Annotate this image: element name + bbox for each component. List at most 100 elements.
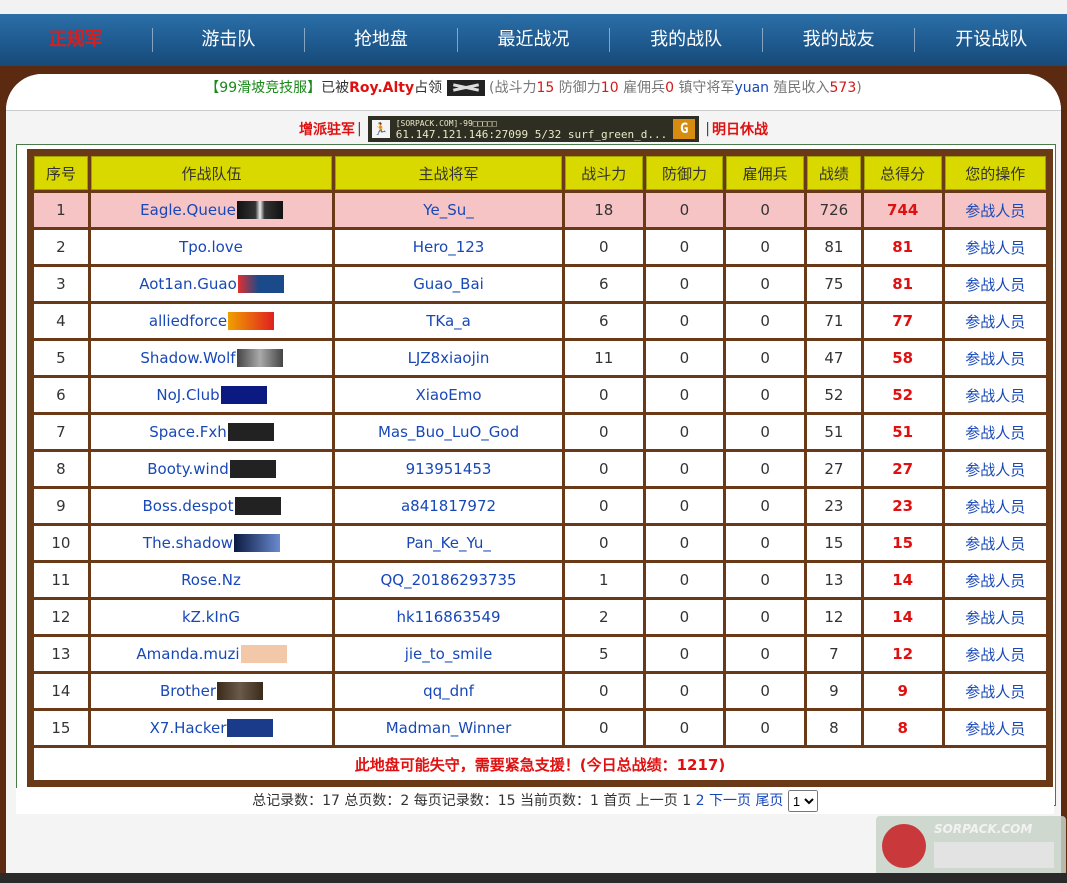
team-name[interactable]: Boss.despot [142, 497, 233, 515]
team-name[interactable]: Booty.wind [147, 460, 229, 478]
no-cell: 3 [34, 267, 88, 301]
team-name[interactable]: X7.Hacker [150, 719, 227, 737]
leader-cell[interactable]: Pan_Ke_Yu_ [335, 526, 562, 560]
page-select[interactable]: 1 [787, 790, 818, 812]
leader-cell[interactable]: jie_to_smile [335, 637, 562, 671]
power-cell: 6 [564, 267, 643, 301]
leader-cell[interactable]: Madman_Winner [335, 711, 562, 745]
view-members-link[interactable]: 参战人员 [944, 600, 1046, 634]
nav-item[interactable]: 游击队 [153, 14, 305, 66]
next-page-link[interactable]: 下一页 [709, 793, 751, 809]
team-name-cell[interactable]: Amanda.muzi [90, 637, 333, 671]
view-members-link[interactable]: 参战人员 [944, 230, 1046, 264]
guao-team-icon [237, 275, 284, 294]
team-name-cell[interactable]: Tpo.love [90, 230, 333, 264]
score-cell: 77 [863, 304, 942, 338]
pirate-flag-icon [234, 497, 281, 516]
nav-item[interactable]: 我的战友 [763, 14, 915, 66]
browser-top-strip [0, 0, 1067, 15]
record-cell: 27 [806, 452, 861, 486]
view-members-link[interactable]: 参战人员 [944, 193, 1046, 227]
leader-cell[interactable]: TKa_a [335, 304, 562, 338]
leader-cell[interactable]: Guao_Bai [335, 267, 562, 301]
nav-item[interactable]: 抢地盘 [305, 14, 457, 66]
leader-cell[interactable]: a841817972 [335, 489, 562, 523]
reinforce-link[interactable]: 增派驻军 [299, 119, 355, 139]
team-name-cell[interactable]: Rose.Nz [90, 563, 333, 597]
leader-cell[interactable]: XiaoEmo [335, 378, 562, 412]
defense-label: 防御力 [558, 80, 601, 96]
view-members-link[interactable]: 参战人员 [944, 267, 1046, 301]
team-name-cell[interactable]: Eagle.Queue [90, 193, 333, 227]
leader-cell[interactable]: qq_dnf [335, 674, 562, 708]
record-cell: 81 [806, 230, 861, 264]
team-name-cell[interactable]: Aot1an.Guao [90, 267, 333, 301]
team-name[interactable]: Amanda.muzi [136, 645, 239, 663]
server-banner-text: [SORPACK.COM]-99□□□□□ 61.147.121.146:270… [396, 118, 668, 140]
amanda-team-icon [240, 645, 287, 664]
leader-cell[interactable]: LJZ8xiaojin [335, 341, 562, 375]
merc-cell: 0 [726, 304, 804, 338]
no-cell: 5 [34, 341, 88, 375]
defense-cell: 0 [645, 452, 724, 486]
runner-icon: 🏃 [371, 120, 390, 138]
view-members-link[interactable]: 参战人员 [944, 378, 1046, 412]
nav-item[interactable]: 我的战队 [610, 14, 762, 66]
team-name-cell[interactable]: X7.Hacker [90, 711, 333, 745]
nav-item[interactable]: 最近战况 [458, 14, 610, 66]
team-name[interactable]: Aot1an.Guao [139, 275, 237, 293]
view-members-link[interactable]: 参战人员 [944, 341, 1046, 375]
power-value: 15 [536, 80, 555, 96]
record-cell: 7 [806, 637, 861, 671]
page-2-link[interactable]: 2 [696, 793, 705, 809]
team-name[interactable]: Eagle.Queue [140, 201, 236, 219]
team-name-cell[interactable]: The.shadow [90, 526, 333, 560]
team-name[interactable]: Brother [160, 682, 216, 700]
team-name-cell[interactable]: Boss.despot [90, 489, 333, 523]
team-name[interactable]: Space.Fxh [149, 423, 227, 441]
view-members-link[interactable]: 参战人员 [944, 637, 1046, 671]
team-name-cell[interactable]: Space.Fxh [90, 415, 333, 449]
view-members-link[interactable]: 参战人员 [944, 563, 1046, 597]
nav-item[interactable]: 正规军 [0, 14, 152, 66]
last-page-link[interactable]: 尾页 [755, 793, 783, 809]
leader-cell[interactable]: hk116863549 [335, 600, 562, 634]
leader-cell[interactable]: Hero_123 [335, 230, 562, 264]
team-name-cell[interactable]: kZ.kInG [90, 600, 333, 634]
team-name[interactable]: Rose.Nz [181, 571, 241, 589]
no-cell: 14 [34, 674, 88, 708]
view-members-link[interactable]: 参战人员 [944, 304, 1046, 338]
defense-cell: 0 [645, 637, 724, 671]
table-row: 3 Aot1an.Guao Guao_Bai 6 0 0 75 81 参战人员 [34, 267, 1046, 301]
view-members-link[interactable]: 参战人员 [944, 415, 1046, 449]
nav-item[interactable]: 开设战队 [915, 14, 1067, 66]
score-cell: 744 [863, 193, 942, 227]
leader-cell[interactable]: QQ_20186293735 [335, 563, 562, 597]
team-name[interactable]: Tpo.love [179, 238, 243, 256]
view-members-link[interactable]: 参战人员 [944, 526, 1046, 560]
view-members-link[interactable]: 参战人员 [944, 452, 1046, 486]
captured-by-team[interactable]: Roy.Alty [349, 80, 414, 96]
team-name[interactable]: The.shadow [143, 534, 233, 552]
team-name-cell[interactable]: Booty.wind [90, 452, 333, 486]
score-cell: 27 [863, 452, 942, 486]
view-members-link[interactable]: 参战人员 [944, 711, 1046, 745]
team-name-cell[interactable]: alliedforce [90, 304, 333, 338]
view-members-link[interactable]: 参战人员 [944, 489, 1046, 523]
record-cell: 12 [806, 600, 861, 634]
alliedforce-team-icon [228, 312, 275, 331]
server-address: 61.147.121.146:27099 [395, 128, 529, 141]
team-name[interactable]: kZ.kInG [182, 608, 240, 626]
leader-cell[interactable]: Mas_Buo_LuO_God [335, 415, 562, 449]
leader-cell[interactable]: 913951453 [335, 452, 562, 486]
team-name[interactable]: NoJ.Club [156, 386, 219, 404]
record-cell: 15 [806, 526, 861, 560]
view-members-link[interactable]: 参战人员 [944, 674, 1046, 708]
leader-cell[interactable]: Ye_Su_ [335, 193, 562, 227]
team-name[interactable]: alliedforce [149, 312, 227, 330]
team-name[interactable]: Shadow.Wolf [140, 349, 235, 367]
server-banner[interactable]: 🏃 [SORPACK.COM]-99□□□□□ 61.147.121.146:2… [367, 116, 700, 142]
team-name-cell[interactable]: Brother [90, 674, 333, 708]
team-name-cell[interactable]: NoJ.Club [90, 378, 333, 412]
team-name-cell[interactable]: Shadow.Wolf [90, 341, 333, 375]
